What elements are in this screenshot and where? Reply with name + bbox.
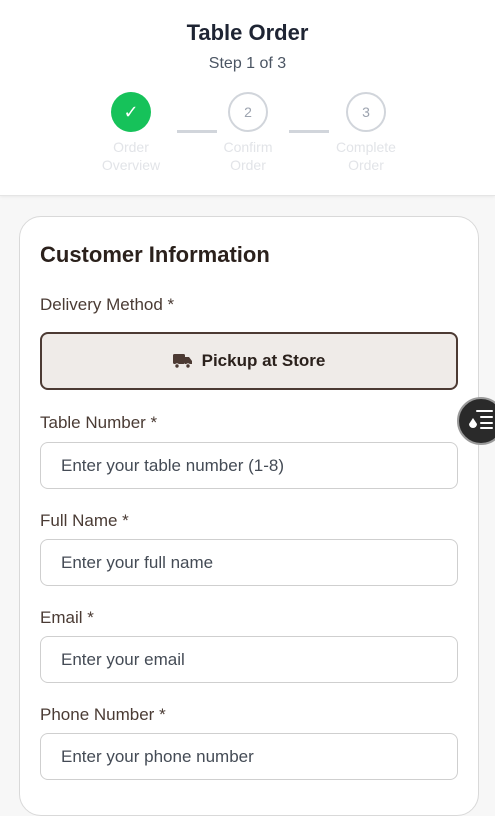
step-label: Order <box>113 139 149 155</box>
section-title: Customer Information <box>40 242 270 267</box>
table-number-input[interactable] <box>40 442 458 489</box>
full-name-input[interactable] <box>40 539 458 586</box>
customer-info-card: Customer Information Delivery Method * P… <box>19 216 479 816</box>
phone-number-label: Phone Number * <box>40 705 166 724</box>
step-number: 3 <box>346 92 386 132</box>
phone-number-input[interactable] <box>40 733 458 780</box>
step-number: 2 <box>228 92 268 132</box>
pickup-at-store-button[interactable]: Pickup at Store <box>40 332 458 390</box>
delivery-option-label: Pickup at Store <box>201 351 326 370</box>
truck-icon <box>172 353 192 369</box>
step-label: Order <box>230 157 266 173</box>
page-title: Table Order <box>186 20 309 45</box>
step-label: Confirm <box>223 139 273 155</box>
step-confirm-order: 2 Confirm Order <box>203 92 293 174</box>
step-label: Complete <box>336 139 396 155</box>
step-label: Order <box>348 157 384 173</box>
step-complete-order: 3 Complete Order <box>321 92 411 174</box>
table-number-label: Table Number * <box>40 413 158 432</box>
full-name-label: Full Name * <box>40 511 129 530</box>
step-label: Overview <box>101 157 161 173</box>
email-input[interactable] <box>40 636 458 683</box>
delivery-method-label: Delivery Method * <box>40 295 175 314</box>
list-filter-icon <box>468 408 494 435</box>
checkmark-icon: ✓ <box>111 92 151 132</box>
step-order-overview: ✓ Order Overview <box>86 92 176 174</box>
page-header: Table Order Step 1 of 3 ✓ Order Overview… <box>0 0 495 196</box>
step-indicator-text: Step 1 of 3 <box>208 55 287 72</box>
email-label: Email * <box>40 608 94 627</box>
